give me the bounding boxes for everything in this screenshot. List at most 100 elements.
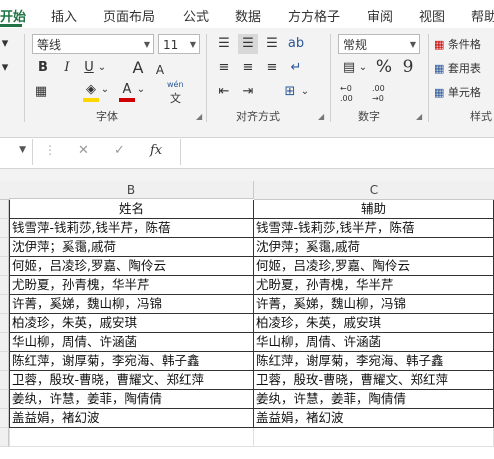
font-color-button[interactable]: A [118,80,136,102]
row-header[interactable] [0,257,9,276]
group-label-alignment: 对齐方式 [236,110,280,123]
tab-page-layout[interactable]: 页面布局 [103,6,155,25]
cell-c[interactable]: 陈红萍，谢厚菊，李宛海、韩子鑫 [254,352,494,371]
cell-c[interactable]: 盖益娟，褚幻波 [254,409,494,428]
align-right-icon[interactable]: ≡ [262,58,282,78]
italic-button[interactable]: I [58,58,76,78]
cell-b[interactable]: 卫蓉，殷玫-曹晓，曹耀文、郑红萍 [9,371,254,390]
align-top-icon[interactable]: ☰ [214,34,234,54]
cell-c[interactable]: 柏凌珍，朱英，戚安琪 [254,314,494,333]
cell-b[interactable]: 盖益娟，褚幻波 [9,409,254,428]
font-color-caret[interactable]: ⌄ [136,80,146,100]
row-header[interactable] [0,333,9,352]
align-middle-icon[interactable]: ☰ [238,34,258,54]
cell-b[interactable]: 尤盼夏，孙青槐，华半芹 [9,276,254,295]
tab-review[interactable]: 审阅 [367,6,393,25]
row-header[interactable] [0,409,9,428]
tab-fangfange[interactable]: 方方格子 [288,6,340,25]
cell-b[interactable]: 姜纨，许慧，姜菲，陶倩倩 [9,390,254,409]
increase-indent-icon[interactable]: ⇥ [238,82,258,102]
currency-caret-icon[interactable]: ⌄ [358,58,368,78]
header-cell-c[interactable]: 辅助 [254,200,494,219]
name-box[interactable]: ▼ [0,139,33,165]
table-row: 陈红萍，谢厚菊，李宛海、韩子鑫 陈红萍，谢厚菊，李宛海、韩子鑫 [0,352,494,371]
align-bottom-icon[interactable]: ☰ [262,34,282,54]
underline-button[interactable]: U [80,58,98,78]
percent-button[interactable]: % [374,57,394,77]
row-header[interactable] [0,238,9,257]
row-header[interactable] [0,352,9,371]
column-header-c[interactable]: C [254,181,494,200]
cell-c[interactable]: 许菁，奚娣，魏山柳，冯锦 [254,295,494,314]
cell-c[interactable]: 何姬，吕凌珍,罗嘉、陶伶云 [254,257,494,276]
paste-arrow-icon[interactable]: ▾ [0,34,10,54]
header-cell-b[interactable]: 姓名 [9,200,254,219]
tab-insert[interactable]: 插入 [51,6,77,25]
dialog-launcher-icon[interactable]: ◢ [416,112,422,121]
cell-c[interactable]: 姜纨，许慧，姜菲，陶倩倩 [254,390,494,409]
number-format-combo[interactable]: 常规 ▼ [338,34,420,54]
cancel-formula-button[interactable]: ✕ [78,143,89,158]
cell-b[interactable]: 钱雪萍-钱莉莎,钱半芹，陈蓓 [9,219,254,238]
cell-c[interactable]: 钱雪萍-钱莉莎,钱半芹，陈蓓 [254,219,494,238]
cell-b[interactable]: 沈伊萍；奚霭,戚荷 [9,238,254,257]
row-header[interactable] [0,428,9,447]
conditional-format-button[interactable]: ▦ 条件格 [434,36,481,52]
font-size-combo[interactable]: 11 ▼ [158,34,200,54]
row-header[interactable] [0,295,9,314]
row-header[interactable] [0,219,9,238]
fill-color-button[interactable]: ◈ [82,80,100,102]
cell-b[interactable]: 陈红萍，谢厚菊，李宛海、韩子鑫 [9,352,254,371]
dialog-launcher-icon[interactable]: ◢ [196,112,202,121]
row-header[interactable] [0,200,9,219]
bold-button[interactable]: B [34,58,52,78]
orientation-icon[interactable]: ab [286,34,306,54]
cell-styles-button[interactable]: ▦ 单元格 [434,84,481,100]
more-options-icon[interactable]: ⋮ [44,143,56,157]
row-header[interactable] [0,371,9,390]
decrease-decimal-button[interactable]: .00 →0 [372,84,398,104]
align-center-icon[interactable]: ≡ [238,58,258,78]
phonetic-guide-button[interactable]: wén [167,80,184,89]
merge-center-icon[interactable]: ⊞ [280,82,300,102]
shrink-font-button[interactable]: A [152,60,168,80]
fill-color-caret[interactable]: ⌄ [100,80,110,100]
underline-caret[interactable]: ⌄ [97,58,107,78]
cell-c[interactable]: 华山柳，周倩、许涵菡 [254,333,494,352]
group-separator [24,34,25,122]
cut-arrow-icon[interactable]: ▾ [0,58,10,78]
tab-view[interactable]: 视图 [419,6,445,25]
tab-help[interactable]: 帮助 [471,6,494,25]
font-name-combo[interactable]: 等线 ▼ [32,34,154,54]
cell-b[interactable]: 华山柳，周倩、许涵菡 [9,333,254,352]
grow-font-button[interactable]: A [128,58,148,78]
row-header[interactable] [0,314,9,333]
empty-cell[interactable] [9,428,254,447]
formula-input[interactable] [180,139,494,165]
insert-function-button[interactable]: fx [150,143,162,158]
empty-cell[interactable] [254,428,494,447]
tab-formulas[interactable]: 公式 [183,6,209,25]
decrease-indent-icon[interactable]: ⇤ [214,82,234,102]
align-left-icon[interactable]: ≡ [214,58,234,78]
cell-b[interactable]: 柏凌珍，朱英，戚安琪 [9,314,254,333]
tab-data[interactable]: 数据 [235,6,261,25]
row-header[interactable] [0,276,9,295]
tab-home[interactable]: 开始 [0,6,26,25]
dialog-launcher-icon[interactable]: ◢ [318,112,324,121]
column-header-b[interactable]: B [9,181,254,199]
cell-c[interactable]: 沈伊萍；奚霭,戚荷 [254,238,494,257]
enter-formula-button[interactable]: ✓ [114,143,125,158]
increase-decimal-button[interactable]: ←0 .00 [340,84,366,104]
cell-c[interactable]: 卫蓉，殷玫-曹晓，曹耀文、郑红萍 [254,371,494,390]
wrap-text-icon[interactable]: ↵ [286,58,306,78]
borders-icon[interactable]: ▦ [32,82,50,102]
merge-caret-icon[interactable]: ⌄ [300,82,310,102]
row-header[interactable] [0,390,9,409]
comma-style-button[interactable]: 9 [398,57,418,77]
cell-b[interactable]: 许菁，奚娣，魏山柳，冯锦 [9,295,254,314]
cell-b[interactable]: 何姬，吕凌珍,罗嘉、陶伶云 [9,257,254,276]
cell-c[interactable]: 尤盼夏，孙青槐，华半芹 [254,276,494,295]
format-as-table-button[interactable]: ▦ 套用表 [434,60,481,76]
currency-icon[interactable]: ▤ [338,58,360,78]
